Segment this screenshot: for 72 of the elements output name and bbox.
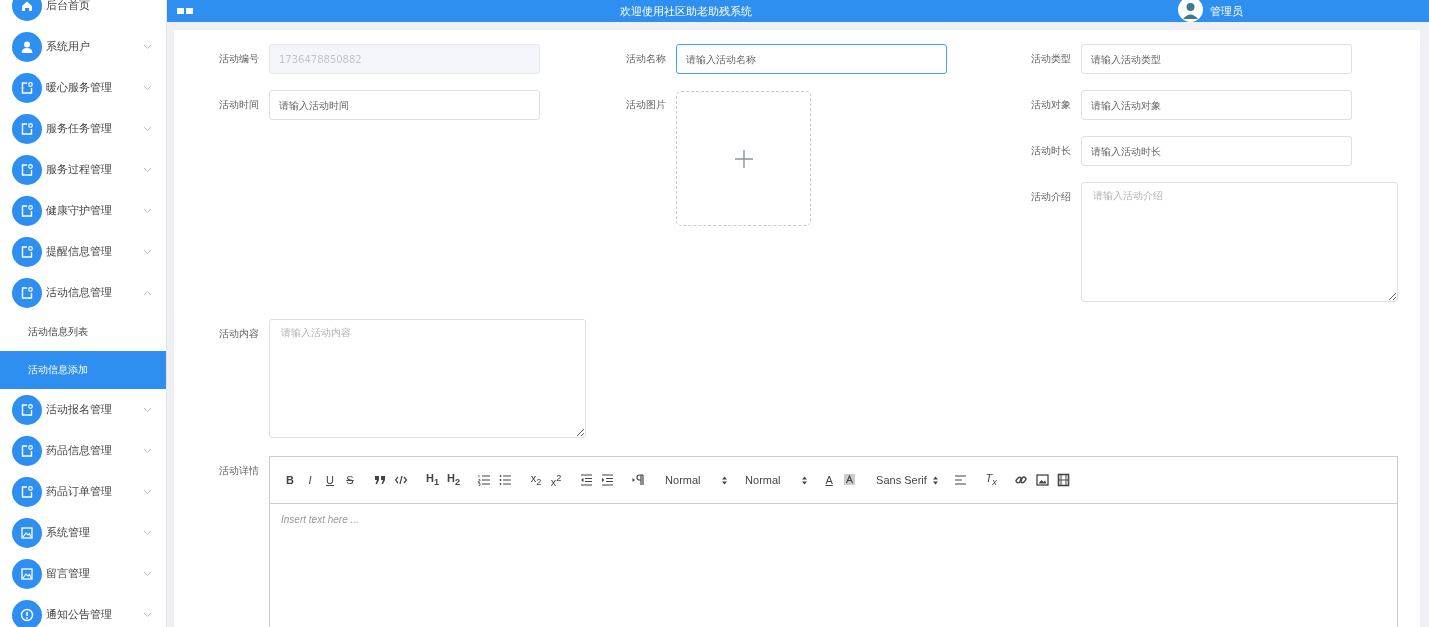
quote-icon[interactable] [374, 473, 387, 487]
image-icon [19, 524, 35, 541]
code-icon[interactable] [395, 473, 408, 487]
clear-format-button[interactable]: T$_{x}$ [985, 472, 998, 488]
text-area[interactable]: 请输入活动内容 [269, 319, 586, 438]
note-icon [19, 284, 35, 301]
home-icon [19, 0, 35, 14]
menu-icon[interactable] [177, 7, 193, 15]
menu-item[interactable]: 系统用户 [0, 26, 166, 67]
font-family-dropdown[interactable]: Sans Serif [870, 474, 951, 486]
menu-item[interactable]: 提醒信息管理 [0, 231, 166, 272]
image-icon [19, 565, 35, 582]
highlight-icon[interactable] [843, 473, 857, 487]
outdent-icon[interactable] [580, 473, 594, 487]
note-icon [19, 79, 35, 96]
note-icon [19, 120, 35, 137]
bullet-list-icon[interactable] [499, 473, 513, 487]
submenu-item[interactable]: 活动信息列表 [0, 313, 166, 351]
italic-button[interactable]: I [304, 474, 316, 486]
subscript-button[interactable]: x$_{2}$ [530, 472, 543, 488]
up-down-caret-icon [802, 475, 808, 485]
menu-item[interactable]: 服务过程管理 [0, 149, 166, 190]
text-field[interactable]: 请输入活动名称 [676, 44, 947, 74]
menu-item[interactable]: 药品订单管理 [0, 471, 166, 512]
plus-icon [734, 149, 753, 168]
menu-item[interactable]: 服务任务管理 [0, 108, 166, 149]
menu-item[interactable]: 暖心服务管理 [0, 67, 166, 108]
up-down-caret-icon [722, 475, 728, 485]
pilcrow-icon[interactable] [632, 473, 646, 487]
app-title: 欢迎使用社区助老助残系统 [618, 3, 753, 19]
text-color-button[interactable]: A [823, 474, 836, 486]
menu-item[interactable]: 通知公告管理 [0, 594, 166, 627]
superscript-button[interactable]: x$^{2}$ [550, 472, 563, 488]
note-icon [19, 442, 35, 459]
note-icon [19, 243, 35, 260]
alert-icon [19, 606, 35, 623]
strike-button[interactable]: S [344, 474, 356, 486]
field-label: 活动对象 [1030, 98, 1072, 112]
heading-dropdown[interactable]: Normal [739, 474, 820, 486]
text-area[interactable]: 请输入活动介绍 [1081, 182, 1398, 302]
bold-button[interactable]: B [284, 474, 296, 486]
heading-button[interactable]: H$_{1}$ [426, 472, 440, 488]
indent-icon[interactable] [601, 473, 615, 487]
field-label: 活动时间 [218, 98, 260, 112]
heading-button[interactable]: H$_{2}$ [447, 472, 461, 488]
note-icon [19, 401, 35, 418]
align-icon[interactable] [954, 473, 968, 487]
field-label: 活动编号 [218, 52, 260, 66]
font-size-dropdown[interactable]: Normal [659, 474, 740, 486]
numbered-list-icon[interactable] [478, 473, 492, 487]
image-icon[interactable] [1036, 473, 1050, 487]
up-down-caret-icon [933, 475, 939, 485]
menu-item[interactable]: 健康守护管理 [0, 190, 166, 231]
menu-item[interactable]: 留言管理 [0, 553, 166, 594]
field-label: 活动名称 [625, 52, 667, 66]
field-label: 活动图片 [625, 98, 667, 112]
avatar-icon [1178, 0, 1203, 22]
menu-item[interactable]: 药品信息管理 [0, 430, 166, 471]
field-label: 活动介绍 [1030, 190, 1072, 204]
video-icon[interactable] [1057, 473, 1071, 487]
menu-item[interactable]: 活动报名管理 [0, 389, 166, 430]
note-icon [19, 202, 35, 219]
field-label: 活动时长 [1030, 144, 1072, 158]
menu-item[interactable]: 活动信息管理 [0, 272, 166, 313]
field-label: 活动类型 [1030, 52, 1072, 66]
field-label: 活动内容 [218, 327, 260, 341]
underline-button[interactable]: U [324, 474, 336, 486]
menu-item[interactable]: 系统管理 [0, 512, 166, 553]
note-icon [19, 161, 35, 178]
note-icon [19, 483, 35, 500]
field-label: 活动详情 [218, 464, 260, 478]
menu-item[interactable]: 后台首页 [0, 0, 166, 26]
